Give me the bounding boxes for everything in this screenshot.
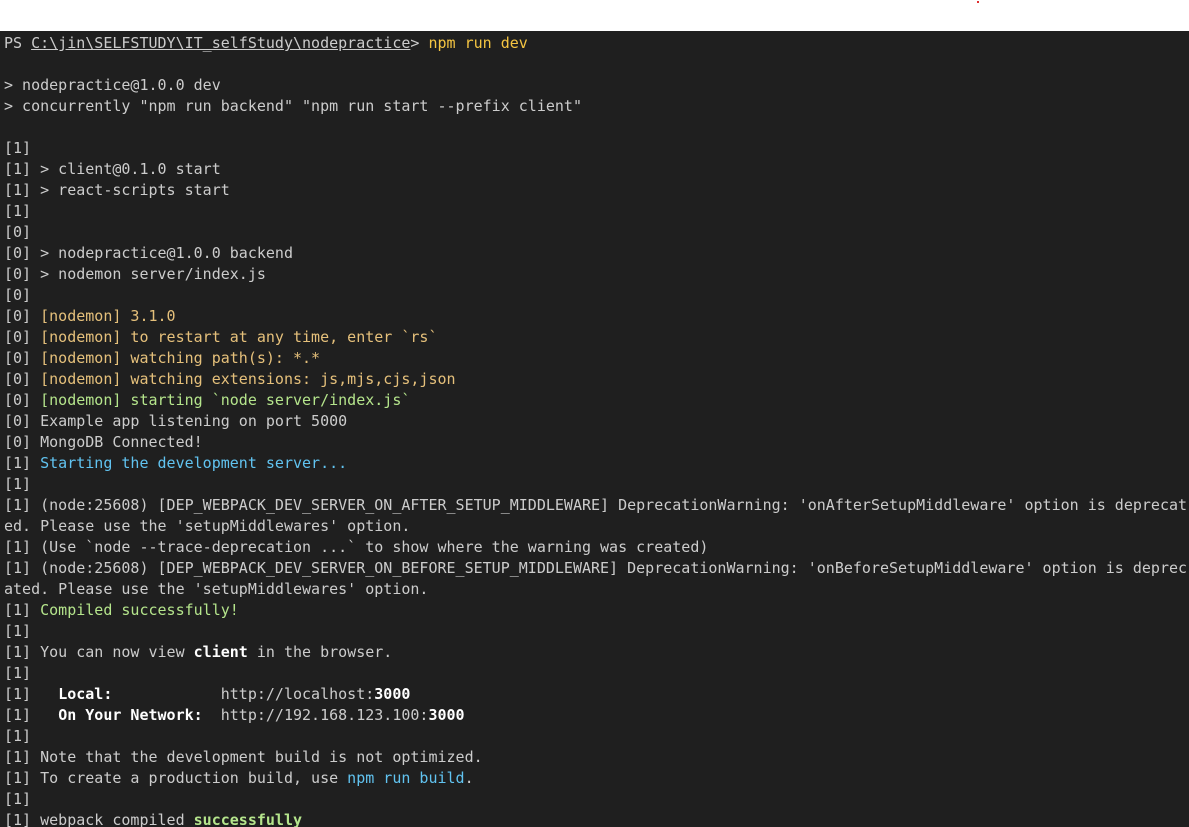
top-strip bbox=[0, 0, 1189, 31]
success-line: [1] Compiled successfully! bbox=[4, 600, 1186, 621]
log-line: > concurrently "npm run backend" "npm ru… bbox=[4, 97, 582, 115]
warning-line: [1] (node:25608) [DEP_WEBPACK_DEV_SERVER… bbox=[4, 559, 1186, 577]
webpack-line: [1] webpack compiled successfully bbox=[4, 810, 1186, 827]
log-line: [1] bbox=[4, 139, 32, 157]
view-text-end: in the browser. bbox=[247, 643, 393, 661]
success-message: Compiled successfully! bbox=[40, 601, 239, 619]
process-tag: [1] bbox=[4, 454, 41, 472]
webpack-status: successfully bbox=[193, 811, 303, 827]
log-line: [1] bbox=[4, 790, 32, 808]
process-tag: [1] bbox=[4, 706, 59, 724]
nodemon-line: [0] [nodemon] to restart at any time, en… bbox=[4, 327, 1186, 348]
build-command: npm run build bbox=[347, 769, 465, 787]
red-mark bbox=[977, 1, 979, 3]
view-text: [1] You can now view bbox=[4, 643, 194, 661]
terminal-output[interactable]: PS C:\jin\SELFSTUDY\IT_selfStudy\nodepra… bbox=[0, 31, 1189, 827]
nodemon-line: [0] [nodemon] watching path(s): *.* bbox=[4, 348, 1186, 369]
log-line: [1] bbox=[4, 202, 32, 220]
nodemon-message: [nodemon] to restart at any time, enter … bbox=[40, 328, 438, 346]
terminal-lines: PS C:\jin\SELFSTUDY\IT_selfStudy\nodepra… bbox=[4, 33, 1186, 827]
process-tag: [1] bbox=[4, 601, 41, 619]
prompt-command: npm run dev bbox=[428, 34, 528, 52]
log-line: [0] bbox=[4, 223, 32, 241]
nodemon-message: [nodemon] watching path(s): *.* bbox=[40, 349, 321, 367]
network-url[interactable]: http://192.168.123.100: bbox=[221, 706, 429, 724]
log-line: [1] bbox=[4, 727, 32, 745]
build-hint-text: [1] To create a production build, use bbox=[4, 769, 348, 787]
nodemon-line: [0] [nodemon] starting `node server/inde… bbox=[4, 390, 1186, 411]
local-url-line: [1] Local: http://localhost:3000 bbox=[4, 684, 1186, 705]
log-line: [1] > react-scripts start bbox=[4, 181, 230, 199]
nodemon-message: [nodemon] starting `node server/index.js… bbox=[40, 391, 411, 409]
process-tag: [0] bbox=[4, 349, 41, 367]
prompt-path[interactable]: C:\jin\SELFSTUDY\IT_selfStudy\nodepracti… bbox=[31, 34, 410, 52]
process-tag: [0] bbox=[4, 370, 41, 388]
nodemon-message: [nodemon] watching extensions: js,mjs,cj… bbox=[40, 370, 456, 388]
log-line: [1] Note that the development build is n… bbox=[4, 748, 483, 766]
process-tag: [0] bbox=[4, 328, 41, 346]
info-line: [1] Starting the development server... bbox=[4, 453, 1186, 474]
warning-line: [1] (node:25608) [DEP_WEBPACK_DEV_SERVER… bbox=[4, 496, 1186, 514]
warning-line: ed. Please use the 'setupMiddlewares' op… bbox=[4, 517, 411, 535]
process-tag: [0] bbox=[4, 391, 41, 409]
warning-line: ated. Please use the 'setupMiddlewares' … bbox=[4, 580, 429, 598]
log-line: [1] > client@0.1.0 start bbox=[4, 160, 221, 178]
nodemon-line: [0] [nodemon] watching extensions: js,mj… bbox=[4, 369, 1186, 390]
info-message: Starting the development server... bbox=[40, 454, 348, 472]
log-line: [0] bbox=[4, 286, 32, 304]
prompt-prefix: PS bbox=[4, 34, 32, 52]
log-line: [1] (Use `node --trace-deprecation ...` … bbox=[4, 538, 709, 556]
process-tag: [0] bbox=[4, 307, 41, 325]
log-line: [0] Example app listening on port 5000 bbox=[4, 412, 348, 430]
log-line: [0] > nodepractice@1.0.0 backend bbox=[4, 244, 293, 262]
build-hint-end: . bbox=[464, 769, 474, 787]
nodemon-line: [0] [nodemon] 3.1.0 bbox=[4, 306, 1186, 327]
log-line: [0] MongoDB Connected! bbox=[4, 433, 203, 451]
prompt-gt: > bbox=[410, 34, 429, 52]
local-url[interactable]: http://localhost: bbox=[221, 685, 375, 703]
log-line: [0] > nodemon server/index.js bbox=[4, 265, 266, 283]
webpack-text: [1] webpack compiled bbox=[4, 811, 194, 827]
local-port[interactable]: 3000 bbox=[374, 685, 410, 703]
process-tag: [1] bbox=[4, 685, 59, 703]
view-line: [1] You can now view client in the brows… bbox=[4, 642, 1186, 663]
nodemon-message: [nodemon] 3.1.0 bbox=[40, 307, 176, 325]
app-name: client bbox=[193, 643, 248, 661]
local-label: Local: bbox=[58, 685, 113, 703]
log-line: [1] bbox=[4, 664, 32, 682]
log-line: [1] bbox=[4, 622, 32, 640]
network-label: On Your Network: bbox=[58, 706, 203, 724]
log-line: [1] bbox=[4, 475, 32, 493]
prompt-line: PS C:\jin\SELFSTUDY\IT_selfStudy\nodepra… bbox=[4, 33, 1186, 54]
network-url-line: [1] On Your Network: http://192.168.123.… bbox=[4, 705, 1186, 726]
log-line: > nodepractice@1.0.0 dev bbox=[4, 76, 221, 94]
network-port[interactable]: 3000 bbox=[428, 706, 464, 724]
build-hint-line: [1] To create a production build, use np… bbox=[4, 768, 1186, 789]
